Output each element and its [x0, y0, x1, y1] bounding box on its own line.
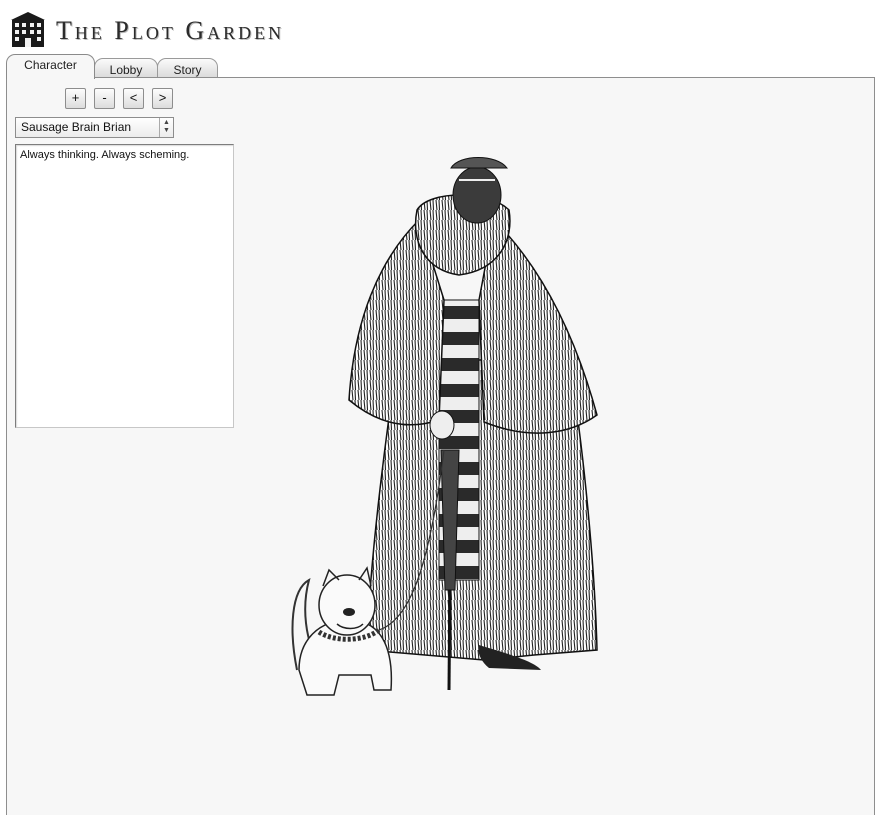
- up-down-arrows-icon: ▲ ▼: [159, 118, 173, 137]
- add-character-button[interactable]: +: [65, 88, 86, 109]
- building-icon: [11, 12, 45, 47]
- tab-bar: Character Lobby Story: [6, 54, 306, 79]
- remove-character-button[interactable]: -: [94, 88, 115, 109]
- tab-story[interactable]: Story: [157, 58, 218, 78]
- tab-lobby[interactable]: Lobby: [94, 58, 158, 78]
- character-select-value: Sausage Brain Brian: [21, 120, 132, 134]
- character-select[interactable]: Sausage Brain Brian ▲ ▼: [15, 117, 174, 138]
- character-illustration: [291, 157, 598, 696]
- character-panel: + - < > Sausage Brain Brian ▲ ▼ Always th…: [6, 77, 875, 815]
- character-description-field[interactable]: Always thinking. Always scheming.: [15, 144, 234, 428]
- previous-character-button[interactable]: <: [123, 88, 144, 109]
- app-title: The Plot Garden: [56, 16, 285, 45]
- next-character-button[interactable]: >: [152, 88, 173, 109]
- tab-character[interactable]: Character: [6, 54, 95, 79]
- app-header: The Plot Garden: [8, 8, 428, 48]
